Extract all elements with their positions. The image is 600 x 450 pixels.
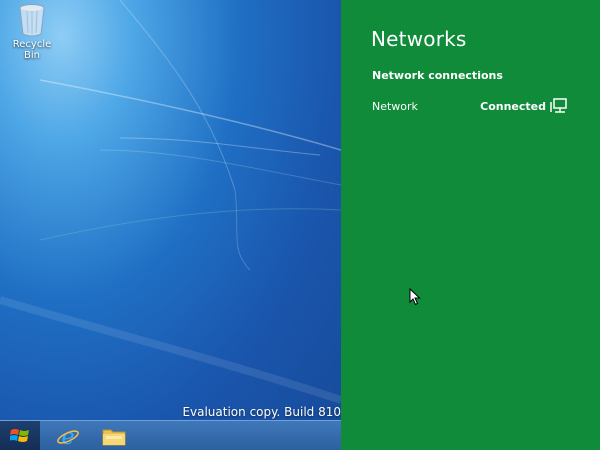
network-item[interactable]: Network Connected <box>372 97 580 117</box>
evaluation-watermark: Evaluation copy. Build 810 <box>182 405 341 419</box>
recycle-bin-label: Recycle Bin <box>12 39 52 61</box>
ie-icon: e <box>57 425 79 448</box>
file-explorer-button[interactable] <box>94 421 134 450</box>
start-button[interactable] <box>0 421 40 450</box>
recycle-bin-icon <box>19 4 45 37</box>
desktop[interactable]: Recycle Bin Evaluation copy. Build 810 e <box>0 0 341 450</box>
mouse-cursor <box>409 288 421 306</box>
network-status: Connected <box>480 100 546 113</box>
wired-network-icon <box>550 98 567 113</box>
network-connections-heading: Network connections <box>372 69 503 82</box>
wallpaper-swirls <box>0 0 341 404</box>
recycle-bin-shortcut[interactable]: Recycle Bin <box>6 3 58 61</box>
networks-charm-panel: Networks Network connections Network Con… <box>341 0 600 450</box>
network-name: Network <box>372 100 418 113</box>
folder-icon <box>102 429 126 446</box>
internet-explorer-button[interactable]: e <box>48 421 88 450</box>
panel-title: Networks <box>371 27 467 51</box>
windows-logo-icon <box>10 429 29 442</box>
svg-text:e: e <box>61 425 74 448</box>
taskbar: e <box>0 420 341 450</box>
